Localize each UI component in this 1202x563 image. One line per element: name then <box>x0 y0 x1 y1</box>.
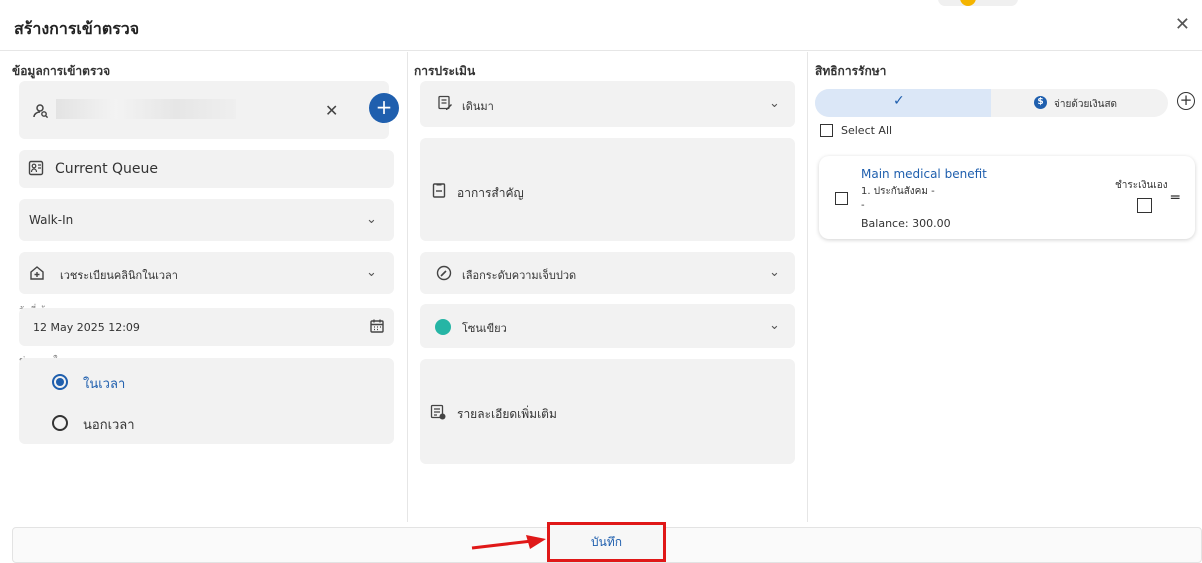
pain-level-value: เลือกระดับความเจ็บปวด <box>462 269 577 282</box>
visit-type-value: Walk-In <box>29 213 74 227</box>
benefit-balance: Balance: 300.00 <box>861 217 951 230</box>
current-queue-field[interactable]: Current Queue <box>19 150 394 188</box>
close-icon[interactable]: ✕ <box>1175 16 1190 34</box>
clinic-value: เวชระเบียนคลินิกในเวลา <box>60 269 178 282</box>
drag-handle-icon[interactable]: ═ <box>1171 190 1179 206</box>
column-divider <box>807 52 808 522</box>
check-icon: ✓ <box>893 93 905 109</box>
radio-unselected-icon[interactable] <box>52 415 68 431</box>
dollar-circle-icon: $ <box>1034 96 1047 109</box>
additional-details-field[interactable]: รายละเอียดเพิ่มเติม <box>420 359 795 464</box>
select-all-label: Select All <box>841 124 893 137</box>
chief-complaint-field[interactable]: อาการสำคัญ <box>420 138 795 241</box>
benefit-checkbox[interactable] <box>835 192 848 205</box>
time-radio-group: ในเวลา นอกเวลา <box>19 358 394 444</box>
dialog-header: สร้างการเข้าตรวจ ✕ <box>0 0 1202 51</box>
zone-value: โซนเขียว <box>462 322 507 335</box>
queue-label: Current Queue <box>55 161 159 177</box>
column-divider <box>407 52 408 522</box>
clinic-select[interactable]: เวชระเบียนคลินิกในเวลา ⌄ <box>19 252 394 294</box>
add-patient-button[interactable]: + <box>369 93 399 123</box>
queue-card-icon <box>28 160 44 180</box>
benefit-line2: - <box>861 200 865 211</box>
benefit-card[interactable]: Main medical benefit 1. ประกันสังคม - - … <box>819 156 1195 239</box>
edit-note-icon <box>437 95 453 115</box>
gauge-icon <box>436 265 452 285</box>
chief-complaint-label: อาการสำคัญ <box>457 186 524 200</box>
chevron-down-icon: ⌄ <box>769 96 780 111</box>
benefit-title: Main medical benefit <box>861 167 987 181</box>
checkbox-icon[interactable] <box>820 124 833 137</box>
visit-type-select[interactable]: Walk-In ⌄ <box>19 199 394 241</box>
pain-level-select[interactable]: เลือกระดับความเจ็บปวด ⌄ <box>420 252 795 294</box>
clipboard-icon <box>431 182 447 202</box>
zone-color-dot <box>435 319 451 335</box>
visit-date-value: 12 May 2025 12:09 <box>33 321 140 334</box>
hospital-icon <box>29 265 45 285</box>
chevron-down-icon: ⌄ <box>366 212 377 227</box>
section-title-rights: สิทธิการรักษา <box>815 64 887 78</box>
person-search-icon <box>33 103 49 123</box>
arrival-mode-value: เดินมา <box>462 100 494 113</box>
cash-label: จ่ายด้วยเงินสด <box>1054 99 1118 110</box>
add-circle-outline-icon[interactable]: + <box>1177 92 1195 110</box>
chevron-down-icon: ⌄ <box>769 318 780 333</box>
user-avatar <box>938 0 1018 6</box>
calendar-icon[interactable] <box>369 318 385 338</box>
visit-date-field[interactable]: 12 May 2025 12:09 <box>19 308 394 346</box>
self-pay-checkbox[interactable] <box>1137 198 1152 213</box>
benefit-line1: 1. ประกันสังคม - <box>861 186 935 197</box>
chevron-down-icon: ⌄ <box>769 265 780 280</box>
section-title-assessment: การประเมิน <box>414 64 476 78</box>
toggle-option-cash[interactable]: $ จ่ายด้วยเงินสด <box>991 89 1168 117</box>
patient-name-redacted <box>56 99 236 119</box>
clear-icon[interactable]: ✕ <box>325 101 338 120</box>
arrival-mode-select[interactable]: เดินมา ⌄ <box>420 81 795 127</box>
radio-label: นอกเวลา <box>83 418 135 433</box>
dialog-title: สร้างการเข้าตรวจ <box>14 19 140 38</box>
toggle-option-rights[interactable]: ✓ <box>815 89 991 117</box>
payment-toggle: ✓ $ จ่ายด้วยเงินสด <box>815 89 1168 117</box>
additional-details-label: รายละเอียดเพิ่มเติม <box>457 407 557 421</box>
zone-select[interactable]: โซนเขียว ⌄ <box>420 304 795 348</box>
radio-label: ในเวลา <box>83 377 126 392</box>
save-button[interactable]: บันทึก <box>547 522 666 562</box>
note-icon <box>430 404 446 424</box>
chevron-down-icon: ⌄ <box>366 265 377 280</box>
annotation-arrow-icon <box>471 535 546 550</box>
section-title-visit-info: ข้อมูลการเข้าตรวจ <box>12 64 111 78</box>
radio-selected-icon[interactable] <box>52 374 68 390</box>
self-pay-label: ชำระเงินเอง <box>1115 180 1168 191</box>
